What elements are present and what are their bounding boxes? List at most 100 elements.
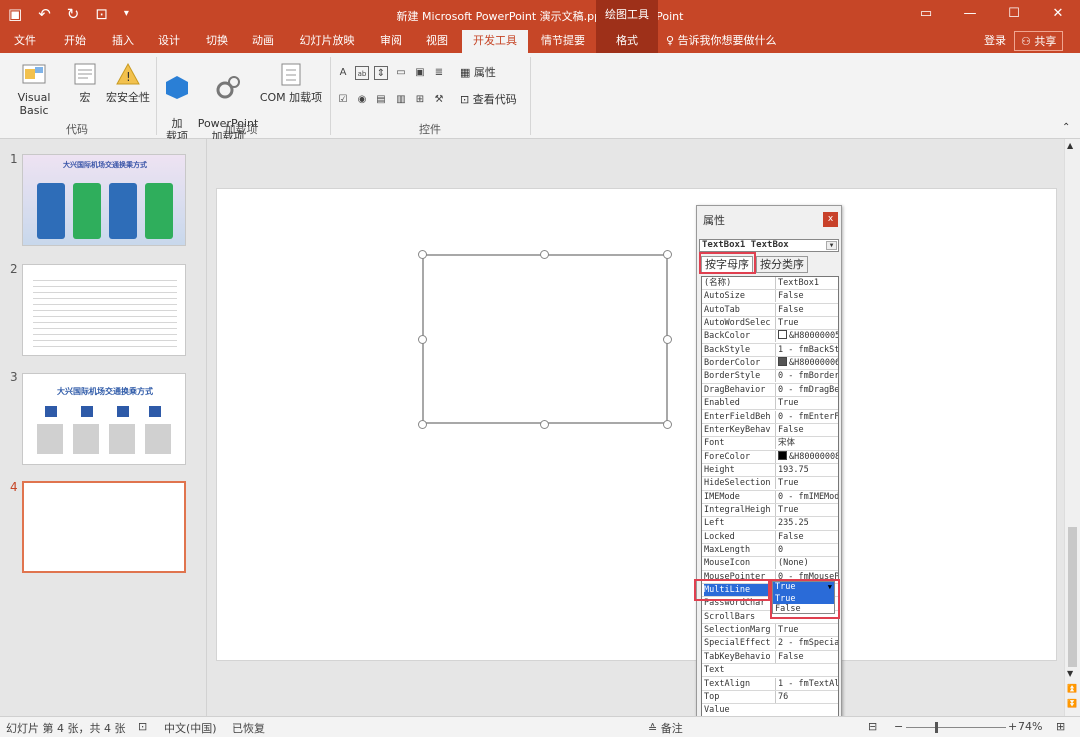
property-row[interactable]: Enabled True [702,397,838,411]
tab-categorized[interactable]: 按分类序 [756,256,808,273]
tab-view[interactable]: 视图 [418,30,456,53]
minimize-icon[interactable]: — [948,0,992,30]
property-row[interactable]: BorderColor &H80000006 [702,357,838,371]
close-icon[interactable]: ✕ [1036,0,1080,30]
textbox-control[interactable] [422,254,668,424]
property-row[interactable]: Top 76 [702,690,838,705]
ribbon-display-icon[interactable]: ▭ [904,0,948,30]
property-row[interactable]: TabKeyBehavior False [702,650,838,665]
object-selector[interactable]: TextBox1 TextBox ▼ [699,239,839,252]
property-row[interactable]: BackColor &H80000005 [702,330,838,344]
collapse-ribbon-icon[interactable]: ⌃ [1062,121,1070,134]
property-row[interactable]: AutoWordSelect True [702,317,838,331]
property-row[interactable]: Text [702,664,838,678]
com-addin-button[interactable]: COM 加载项 [258,61,324,104]
property-value[interactable]: False [775,530,838,543]
property-value[interactable]: True [775,397,838,410]
tab-developer[interactable]: 开发工具 [462,30,528,53]
property-value[interactable]: 0 [775,544,838,556]
macro-security-button[interactable]: ! 宏安全性 [104,61,152,104]
property-row[interactable]: AutoSize False [702,290,838,304]
property-value[interactable]: 2 - fmSpecialEffect [775,637,838,650]
property-row[interactable]: TextAlign 1 - fmTextAlign [702,677,838,691]
resize-handle[interactable] [663,335,672,344]
tab-review[interactable]: 审阅 [372,30,410,53]
zoom-level[interactable]: 74% [1018,720,1042,733]
addin-button[interactable]: 加 载项 [162,61,192,143]
property-row[interactable]: IntegralHeight True [702,503,838,518]
tab-insert[interactable]: 插入 [104,30,142,53]
properties-button[interactable]: ▦ 属性 [460,66,496,79]
next-slide-icon[interactable]: ⏬ [1067,699,1077,708]
property-row[interactable]: Font 宋体 [702,437,838,451]
property-row[interactable]: HideSelection True [702,477,838,491]
property-value[interactable]: 0 - fmEnterFieldBehavior [775,410,838,423]
tab-file[interactable]: 文件 [6,30,44,53]
resize-handle[interactable] [418,335,427,344]
prev-slide-icon[interactable]: ⏫ [1067,684,1077,693]
radio-control-icon[interactable]: ◉ [355,93,369,107]
property-row[interactable]: IMEMode 0 - fmIMEModeNoControl [702,490,838,504]
button-control-icon[interactable]: ▭ [394,66,408,80]
property-row[interactable]: EnterFieldBehavior 0 - fmEnterFieldBehavi… [702,410,838,424]
property-value[interactable]: 235.25 [775,517,838,530]
maximize-icon[interactable]: ☐ [992,0,1036,30]
zoom-out-icon[interactable]: − [894,720,903,733]
resize-handle[interactable] [418,420,427,429]
tab-storyboard[interactable]: 情节提要 [534,30,592,53]
textbox-control-icon[interactable]: ab [355,66,369,80]
visual-basic-button[interactable]: Visual Basic [2,61,66,117]
property-row[interactable]: Left 235.25 [702,517,838,531]
resize-handle[interactable] [540,250,549,259]
scroll-thumb[interactable] [1068,527,1077,667]
zoom-slider-thumb[interactable] [935,722,938,733]
property-row[interactable]: (名称) TextBox1 [702,277,838,291]
property-value[interactable]: TextBox1 [775,277,838,289]
property-value[interactable]: True [775,477,838,490]
login-button[interactable]: 登录 [984,30,1006,52]
tab-format[interactable]: 格式 [596,30,658,53]
tell-me-search[interactable]: ♀ 告诉我你想要做什么 [666,30,777,53]
fit-slide-icon[interactable]: ⊞ [1056,720,1065,733]
property-row[interactable]: BorderStyle 0 - fmBorderStyle [702,370,838,384]
label-control-icon[interactable]: A [336,66,350,80]
presenter-view-icon[interactable]: ⊟ [868,720,877,733]
tab-animations[interactable]: 动画 [244,30,282,53]
vertical-scrollbar[interactable]: ▲ ▼ ⏫ ⏬ [1064,139,1080,716]
property-row[interactable]: EnterKeyBehavior False [702,423,838,438]
property-row[interactable]: DragBehavior 0 - fmDragBehavior [702,383,838,398]
property-row[interactable]: SelectionMargin True [702,624,838,638]
tab-transitions[interactable]: 切换 [198,30,236,53]
zoom-slider[interactable] [906,727,1006,728]
property-value[interactable]: &H80000006 [775,357,838,370]
property-value[interactable]: False [775,423,838,436]
resize-handle[interactable] [418,250,427,259]
view-code-button[interactable]: ⊡ 查看代码 [460,93,517,106]
property-row[interactable]: MouseIcon (None) [702,557,838,571]
scrollbar-control-icon[interactable]: ≣ [432,66,446,80]
slide-thumbnail-1[interactable]: 大兴国际机场交通换乘方式 [22,154,186,246]
property-value[interactable]: 193.75 [775,463,838,476]
chevron-down-icon[interactable]: ▼ [826,241,837,250]
property-value[interactable]: 0 - fmDragBehavior [775,383,838,396]
scroll-up-icon[interactable]: ▲ [1067,141,1073,150]
spin-control-icon[interactable]: ⇕ [374,66,388,80]
share-button[interactable]: ⚇ 共享 [1014,31,1064,51]
resize-handle[interactable] [540,420,549,429]
property-row[interactable]: ForeColor &H80000008 [702,450,838,464]
property-value[interactable]: True [775,317,838,330]
property-row[interactable]: Height 193.75 [702,463,838,478]
tab-home[interactable]: 开始 [56,30,94,53]
property-value[interactable]: False [775,290,838,303]
property-value[interactable]: True [775,624,838,637]
property-value[interactable]: &H80000005 [775,330,838,343]
resize-handle[interactable] [663,420,672,429]
combobox-control-icon[interactable]: ▥ [394,93,408,107]
property-value[interactable]: 0 - fmBorderStyle [775,370,838,383]
property-value[interactable]: (None) [775,557,838,570]
macro-button[interactable]: 宏 [70,61,100,104]
listbox-control-icon[interactable]: ▤ [374,93,388,107]
zoom-in-icon[interactable]: + [1008,720,1017,733]
scroll-down-icon[interactable]: ▼ [1067,669,1073,678]
property-value[interactable]: True [775,503,838,516]
